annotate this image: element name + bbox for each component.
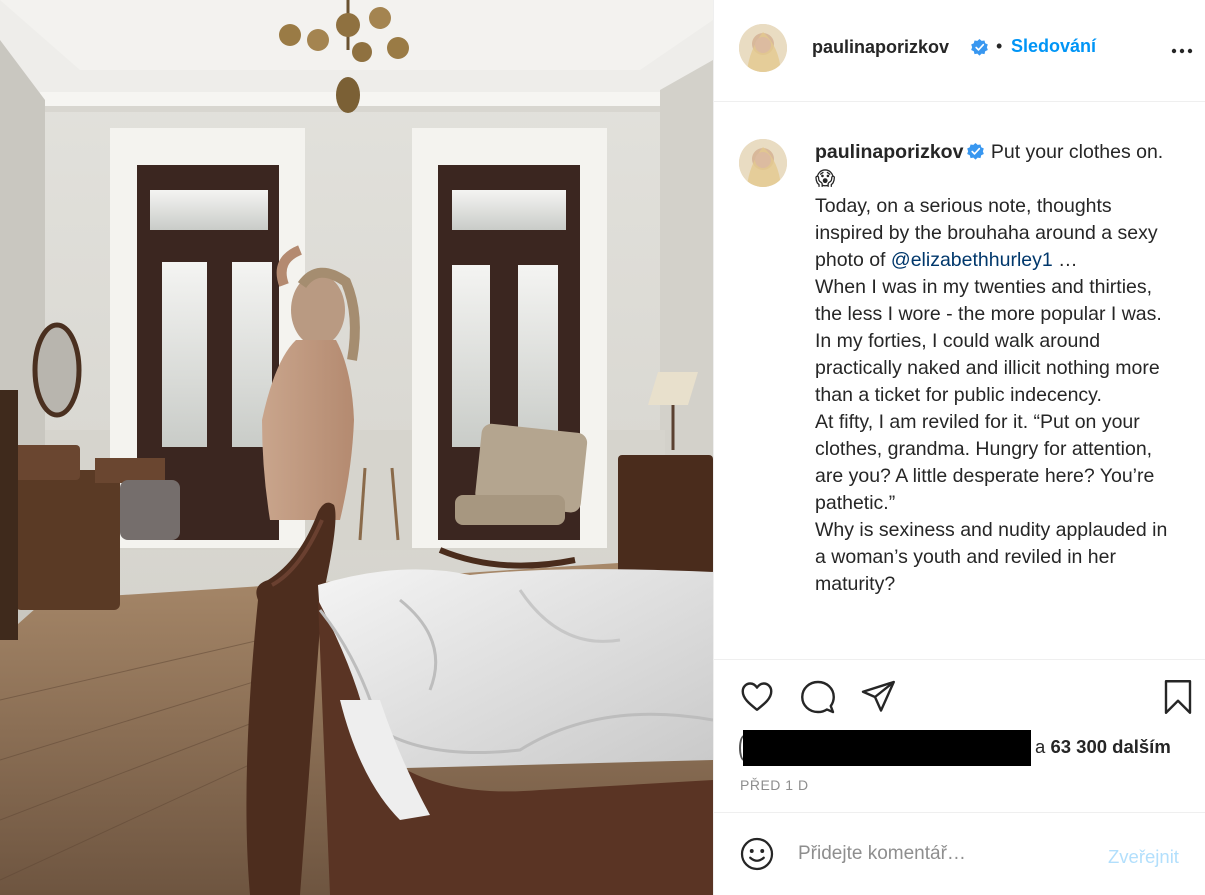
more-horizontal-icon[interactable] — [1170, 39, 1194, 63]
caption-text: paulinaporizkov Put your clothes on. 😱 T… — [815, 139, 1180, 598]
verified-badge-icon — [967, 142, 985, 160]
caption-paragraph: Why is sexiness and nudity applauded in … — [815, 519, 1168, 595]
avatar[interactable] — [739, 24, 787, 72]
publish-button[interactable]: Zveřejnit — [1108, 846, 1179, 868]
likes-connector: a — [1035, 736, 1046, 757]
heart-icon[interactable] — [739, 679, 775, 715]
caption-avatar[interactable] — [739, 139, 787, 187]
post-side-panel: paulinaporizkov • Sledování paulinaporiz… — [713, 0, 1205, 895]
likes-summary[interactable]: a 63 300 dalším — [739, 730, 1199, 766]
bookmark-icon[interactable] — [1160, 679, 1196, 715]
action-bar — [714, 660, 1205, 735]
mention-link[interactable]: @elizabethhurley1 — [891, 249, 1053, 271]
post-header: paulinaporizkov • Sledování — [714, 0, 1205, 102]
caption-username[interactable]: paulinaporizkov — [815, 141, 963, 163]
comment-bubble-icon[interactable] — [800, 679, 836, 715]
post-photo[interactable] — [0, 0, 713, 895]
caption-paragraph: When I was in my twenties and thirties, … — [815, 276, 1162, 325]
likes-count[interactable]: a 63 300 dalším — [1035, 736, 1171, 758]
avatar-image — [739, 139, 787, 187]
paper-plane-icon[interactable] — [860, 679, 896, 715]
caption-ellipsis: … — [1058, 249, 1078, 271]
post-timestamp[interactable]: PŘED 1 D — [740, 777, 809, 793]
caption-section: paulinaporizkov Put your clothes on. 😱 T… — [714, 102, 1205, 660]
caption-paragraph: At fifty, I am reviled for it. “Put on y… — [815, 411, 1155, 514]
comment-input[interactable] — [798, 839, 1098, 869]
header-username[interactable]: paulinaporizkov — [812, 37, 949, 58]
avatar-image — [739, 24, 787, 72]
bedroom-photo-image — [0, 0, 713, 895]
verified-badge-icon — [971, 38, 988, 56]
caption-paragraph: In my forties, I could walk around pract… — [815, 330, 1160, 406]
smiley-icon[interactable] — [739, 836, 775, 872]
add-comment-bar: Zveřejnit — [714, 812, 1205, 895]
following-button[interactable]: Sledování — [1011, 36, 1096, 57]
separator-dot: • — [996, 36, 1003, 56]
redacted-block — [743, 730, 1031, 766]
likes-others-count[interactable]: 63 300 dalším — [1050, 736, 1170, 757]
